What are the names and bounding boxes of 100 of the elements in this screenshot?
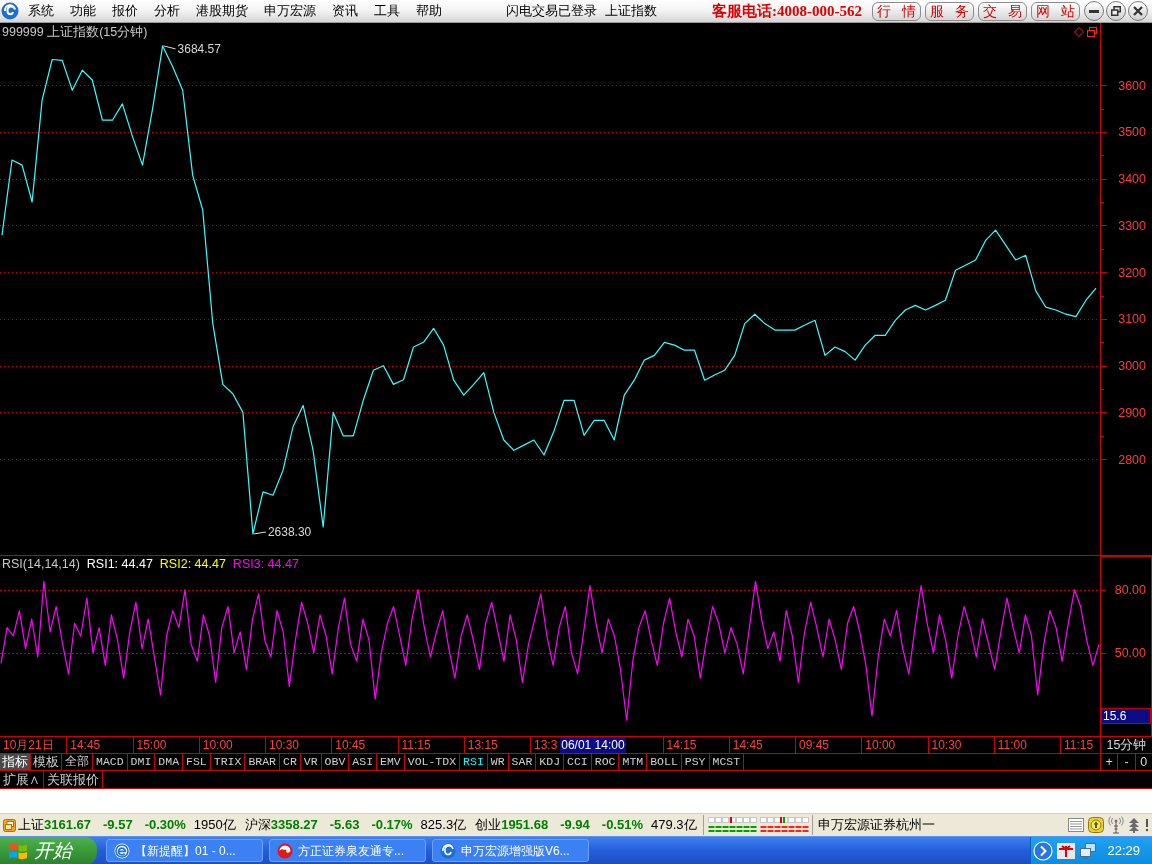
indicator-tab[interactable]: VR <box>300 754 322 770</box>
mode-tab[interactable]: 模板 <box>31 754 62 770</box>
emblem-icon[interactable] <box>1057 842 1076 859</box>
index-change: -5.63 <box>329 816 360 835</box>
indicator-tab[interactable]: MACD <box>93 754 128 770</box>
minimize-icon <box>1089 9 1099 13</box>
price-label: 3684.57 <box>177 41 221 56</box>
indicator-tab[interactable]: CR <box>280 754 301 770</box>
indicator-tab[interactable]: DMA <box>155 754 184 770</box>
meter-icon <box>707 817 758 833</box>
indicator-tab[interactable]: CCI <box>564 754 592 770</box>
indicator-tab[interactable]: EMV <box>377 754 405 770</box>
cursor-time-label: 06/01 14:00 <box>560 737 626 753</box>
start-button[interactable]: 开始 <box>0 836 97 864</box>
indicator-tab[interactable]: VOL-TDX <box>404 754 461 770</box>
indicator-tab[interactable]: WR <box>487 754 509 770</box>
period-label: 15分钟 <box>1106 738 1147 752</box>
tile-icon[interactable] <box>3 818 16 832</box>
indicator-tab[interactable]: 全部 <box>62 754 93 770</box>
notepad-icon[interactable] <box>1068 818 1084 832</box>
panel-tab[interactable]: 扩展∧ <box>0 771 44 788</box>
exclamation-icon[interactable] <box>1144 818 1150 832</box>
flag-icon <box>8 841 28 860</box>
index-percent: -0.17% <box>371 816 413 835</box>
indicator-tab[interactable]: KDJ <box>536 754 565 770</box>
indicator-tab[interactable]: FSL <box>183 754 211 770</box>
chevron-icon[interactable] <box>1033 840 1054 861</box>
close-button[interactable] <box>1128 1 1148 21</box>
indicator-tab[interactable]: OBV <box>321 754 350 770</box>
y-axis-label: 2800 <box>1118 452 1146 467</box>
menu-item[interactable]: 分析 <box>146 1 188 21</box>
y-axis-label: 3600 <box>1118 78 1146 93</box>
indicator-tab[interactable]: ROC <box>591 754 620 770</box>
mode-tab[interactable]: 指标 <box>0 754 31 770</box>
index-percent: -0.51% <box>601 816 643 835</box>
rsi-reading: RSI3: 44.47 <box>232 557 299 572</box>
y-axis-label: 80.00 <box>1114 583 1146 598</box>
indicator-tab[interactable]: RSI <box>460 754 488 770</box>
restore-icon <box>1111 6 1121 16</box>
index-value: 1951.68 <box>501 816 549 835</box>
indicator-tab[interactable]: DMI <box>127 754 156 770</box>
time-axis-label: 10月21日 <box>3 738 54 752</box>
indicator-tab[interactable]: MCST <box>709 754 745 770</box>
time-axis-label: 10:30 <box>931 738 962 752</box>
time-axis-label: 09:45 <box>799 738 830 752</box>
menu-item[interactable]: 系统 <box>20 1 62 21</box>
taskbar-button[interactable]: 方正证券泉友通专... <box>269 839 426 862</box>
toolbar-button[interactable]: 行 情 <box>872 1 921 21</box>
taskbar-button[interactable]: 申万宏源增强版V6... <box>432 839 589 862</box>
logo-icon[interactable] <box>1 2 19 20</box>
tree-icon[interactable] <box>1128 817 1140 833</box>
time-axis-label: 11:15 <box>401 738 431 752</box>
zoom-button[interactable]: 0 <box>1134 754 1152 770</box>
time-axis-label: 11:00 <box>997 738 1027 752</box>
menu-item[interactable]: 工具 <box>366 1 408 21</box>
index-turnover: 1950亿 <box>193 816 236 835</box>
y-axis-label: 3400 <box>1118 172 1146 187</box>
panel-tab[interactable]: 关联报价 <box>44 771 103 788</box>
indicator-tab[interactable]: TRIX <box>210 754 246 770</box>
rsi-reading: RSI1: 44.47 <box>86 557 153 572</box>
y-axis-label: 3200 <box>1118 265 1146 280</box>
up-arrow-icon[interactable] <box>1088 817 1104 833</box>
toolbar-button[interactable]: 交 易 <box>978 1 1027 21</box>
zoom-button[interactable]: - <box>1117 754 1135 770</box>
index-change: -9.57 <box>103 816 133 835</box>
menu-item[interactable]: 资讯 <box>324 1 366 21</box>
antenna-icon[interactable] <box>1108 816 1124 834</box>
time-axis-label: 13:3 <box>534 738 558 752</box>
taskbar-button[interactable]: 【新提醒】01 - 0... <box>106 839 263 862</box>
indicator-tab[interactable]: MTM <box>619 754 648 770</box>
time-axis-label: 14:45 <box>70 738 101 752</box>
menu-item[interactable]: 港股期货 <box>188 1 256 21</box>
menu-item[interactable]: 申万宏源 <box>256 1 324 21</box>
current-index: 上证指数 <box>605 2 657 21</box>
time-axis-label: 14:45 <box>732 738 763 752</box>
indicator-tab[interactable]: BRAR <box>245 754 280 770</box>
branch-name: 申万宏源证券杭州一 <box>817 816 935 835</box>
menu-item[interactable]: 帮助 <box>408 1 450 21</box>
zoom-button[interactable]: + <box>1100 754 1118 770</box>
indicator-tab[interactable]: BOLL <box>647 754 682 770</box>
minimize-button[interactable] <box>1084 1 1104 21</box>
indicator-tab[interactable]: ASI <box>349 754 378 770</box>
indicator-tab[interactable]: SAR <box>508 754 537 770</box>
toolbar-button[interactable]: 服 务 <box>925 1 974 21</box>
menu-item[interactable]: 功能 <box>62 1 104 21</box>
indicator-tab[interactable]: PSY <box>681 754 710 770</box>
swirl-icon <box>440 842 456 859</box>
index-value: 3161.67 <box>44 816 91 835</box>
network-icon[interactable] <box>1079 842 1098 859</box>
index-change: -9.94 <box>560 816 590 835</box>
restore-icon[interactable] <box>1087 27 1097 37</box>
y-axis-label: 2900 <box>1118 405 1146 420</box>
menu-item[interactable]: 报价 <box>104 1 146 21</box>
toolbar-button[interactable]: 网 站 <box>1031 1 1080 21</box>
y-axis-label: 3100 <box>1118 312 1146 327</box>
leader-line <box>253 531 267 535</box>
time-axis-label: 11:15 <box>1064 738 1094 752</box>
y-axis-label: 3300 <box>1118 218 1146 233</box>
restore-button[interactable] <box>1106 1 1126 21</box>
time-axis-label: 13:15 <box>467 738 498 752</box>
